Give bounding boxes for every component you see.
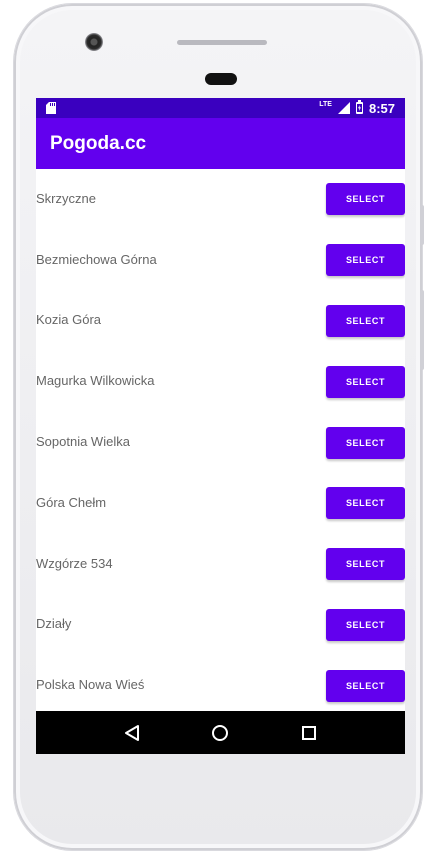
status-time: 8:57 xyxy=(368,100,395,116)
location-name: Skrzyczne xyxy=(36,190,96,206)
location-name: Polska Nowa Wieś xyxy=(36,677,145,693)
select-button[interactable]: SELECT xyxy=(326,365,405,398)
recents-button[interactable] xyxy=(297,721,321,745)
select-button[interactable]: SELECT xyxy=(326,426,405,459)
list-item: Kozia Góra SELECT xyxy=(36,291,405,352)
location-name: Bezmiechowa Górna xyxy=(36,251,157,267)
select-button[interactable]: SELECT xyxy=(326,608,405,641)
list-item: Skrzyczne SELECT xyxy=(36,169,405,230)
proximity-sensor xyxy=(205,73,237,85)
select-button[interactable]: SELECT xyxy=(326,669,405,702)
navigation-bar xyxy=(36,711,405,754)
select-button[interactable]: SELECT xyxy=(326,548,405,581)
home-button[interactable] xyxy=(208,721,232,745)
list-item: Góra Chełm SELECT xyxy=(36,473,405,534)
select-button[interactable]: SELECT xyxy=(326,304,405,337)
network-type: LTE xyxy=(319,100,332,108)
status-bar: LTE 8:57 xyxy=(36,98,405,118)
volume-button xyxy=(420,205,424,245)
sd-card-icon xyxy=(46,102,56,114)
list-item: Sopotnia Wielka SELECT xyxy=(36,412,405,473)
power-button xyxy=(420,290,424,370)
signal-icon xyxy=(337,102,350,114)
app-bar: Pogoda.cc xyxy=(36,118,405,169)
list-item: Magurka Wilkowicka SELECT xyxy=(36,351,405,412)
select-button[interactable]: SELECT xyxy=(326,183,405,216)
select-button[interactable]: SELECT xyxy=(326,487,405,520)
list-item: Działy SELECT xyxy=(36,595,405,656)
earpiece-speaker xyxy=(177,40,267,45)
location-name: Magurka Wilkowicka xyxy=(36,373,155,389)
location-name: Sopotnia Wielka xyxy=(36,434,130,450)
back-button[interactable] xyxy=(120,721,144,745)
location-name: Wzgórze 534 xyxy=(36,555,113,571)
list-item: Polska Nowa Wieś SELECT xyxy=(36,655,405,711)
battery-charging-icon xyxy=(355,100,363,114)
location-name: Działy xyxy=(36,616,72,632)
home-icon xyxy=(212,724,229,741)
front-camera xyxy=(85,33,103,51)
location-name: Góra Chełm xyxy=(36,494,107,510)
select-button[interactable]: SELECT xyxy=(326,244,405,277)
list-item: Bezmiechowa Górna SELECT xyxy=(36,230,405,291)
app-title: Pogoda.cc xyxy=(50,132,147,154)
recents-icon xyxy=(301,725,316,740)
location-name: Kozia Góra xyxy=(36,312,102,328)
back-icon xyxy=(125,724,140,741)
location-list[interactable]: Skrzyczne SELECT Bezmiechowa Górna SELEC… xyxy=(36,169,405,711)
list-item: Wzgórze 534 SELECT xyxy=(36,534,405,595)
screen: LTE 8:57 Pogoda.cc Skrzyczne SELECT Bezm… xyxy=(36,98,405,754)
